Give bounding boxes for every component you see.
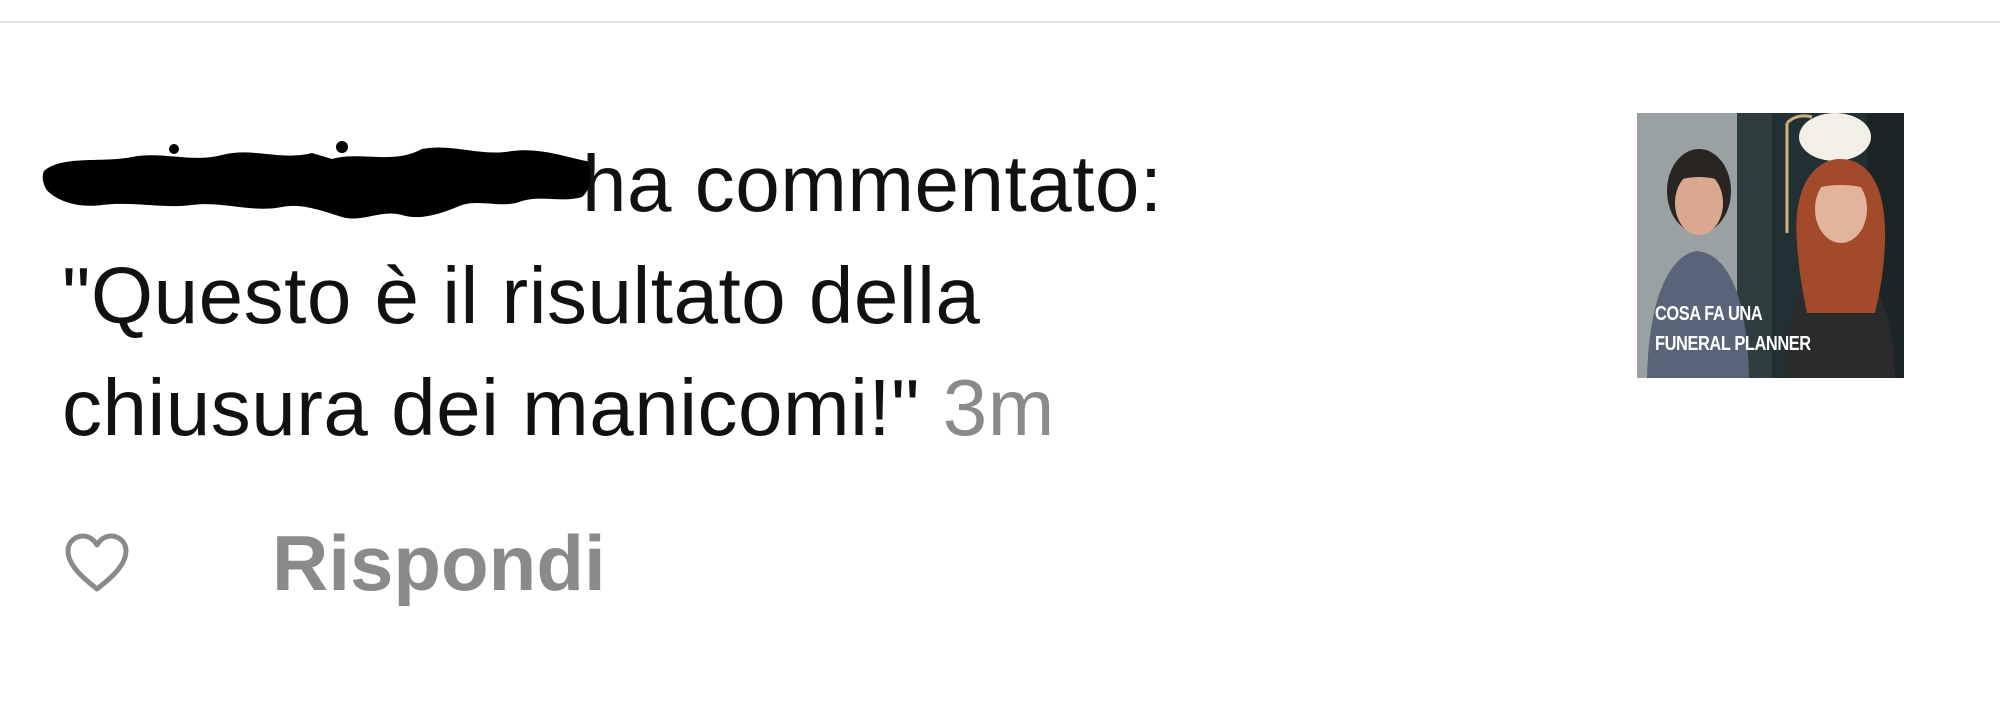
thumbnail-caption-line-1: COSA FA UNA	[1655, 303, 1763, 325]
comment-header-line: ha commentato:	[42, 128, 1362, 240]
comment-line-2: chiusura dei manicomi!" 3m	[62, 352, 1362, 464]
reply-button[interactable]: Rispondi	[272, 518, 606, 609]
timestamp: 3m	[942, 363, 1055, 452]
comment-line-1: "Questo è il risultato della	[62, 251, 981, 340]
thumbnail-caption: COSA FA UNA FUNERAL PLANNER	[1655, 299, 1811, 359]
action-text: ha commentato:	[582, 139, 1163, 228]
redacted-username[interactable]	[42, 141, 591, 219]
comment-notification[interactable]: ha commentato: "Questo è il risultato de…	[0, 0, 2000, 705]
like-button[interactable]	[62, 528, 132, 598]
heart-outline-icon	[65, 533, 129, 592]
post-thumbnail[interactable]: COSA FA UNA FUNERAL PLANNER	[1637, 113, 1904, 378]
comment-line-2-text: chiusura dei manicomi!"	[62, 363, 921, 452]
comment-text-block: ha commentato: "Questo è il risultato de…	[42, 128, 1362, 464]
thumbnail-caption-line-2: FUNERAL PLANNER	[1655, 333, 1811, 355]
comment-actions: Rispondi	[62, 518, 606, 608]
